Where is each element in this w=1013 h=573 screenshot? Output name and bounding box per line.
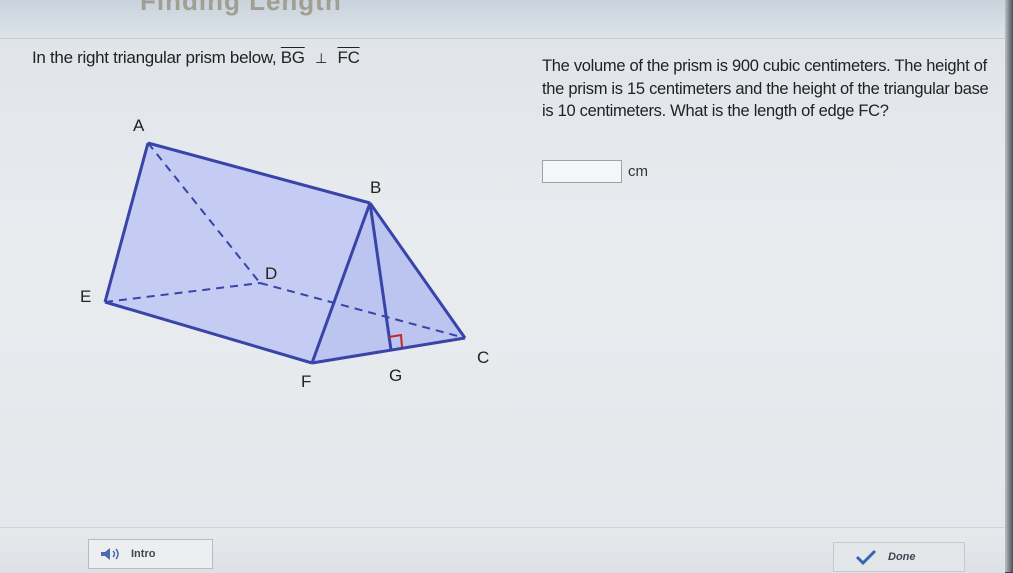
label-d: D: [265, 264, 277, 283]
check-icon: [855, 549, 877, 565]
label-f: F: [301, 372, 311, 391]
segment-fc: FC: [337, 48, 360, 67]
segment-bg: BG: [280, 48, 305, 67]
screen: Finding Length In the right triangular p…: [0, 0, 1013, 573]
label-a: A: [133, 116, 145, 135]
done-button[interactable]: Done: [833, 542, 965, 572]
label-c: C: [477, 348, 489, 367]
label-g: G: [389, 366, 402, 385]
question-text: In the right triangular prism below, BG …: [32, 48, 360, 68]
top-banner: Finding Length: [0, 0, 1013, 39]
speaker-icon: [101, 548, 119, 560]
right-edge-shadow: [1005, 0, 1013, 572]
answer-input[interactable]: [542, 160, 622, 183]
question-prefix: In the right triangular prism below,: [32, 48, 277, 67]
intro-button[interactable]: Intro: [88, 539, 213, 569]
label-b: B: [370, 178, 381, 197]
label-e: E: [80, 287, 91, 306]
answer-unit: cm: [628, 163, 648, 180]
banner-title: Finding Length: [140, 0, 342, 16]
perpendicular-symbol: ⊥: [315, 50, 328, 66]
done-label: Done: [888, 551, 916, 563]
answer-row: cm: [542, 160, 648, 183]
problem-text: The volume of the prism is 900 cubic cen…: [542, 57, 989, 120]
intro-label: Intro: [131, 548, 156, 560]
prism-figure: A B C D E F G: [80, 116, 489, 391]
